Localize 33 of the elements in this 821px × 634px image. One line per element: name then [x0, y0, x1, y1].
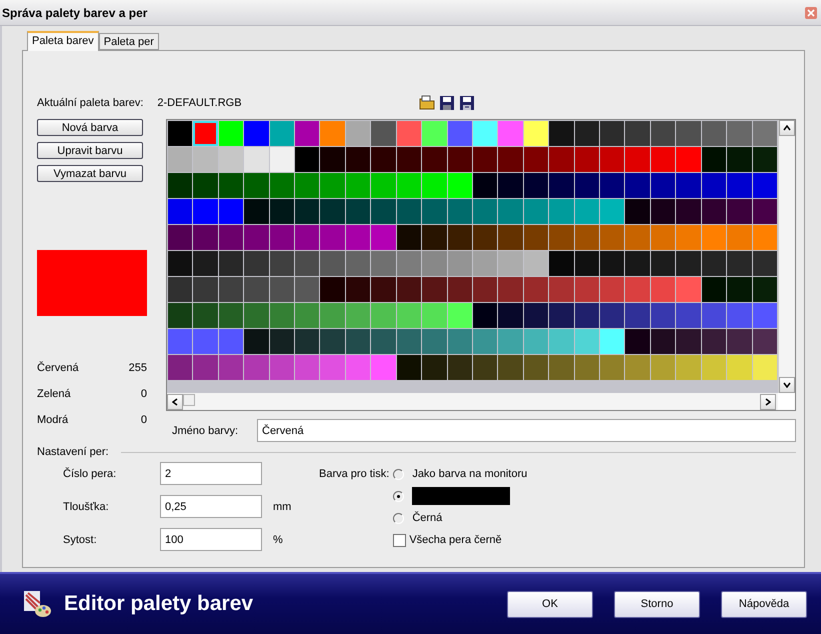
window-title: Správa palety barev a per: [2, 6, 148, 20]
palette-label: Aktuální paleta barev:: [37, 97, 144, 109]
pen-field-label: Číslo pera:: [63, 468, 118, 480]
pen-field[interactable]: 100: [160, 528, 262, 551]
unit-label: mm: [273, 500, 292, 512]
banner-title: Editor palety barev: [64, 592, 254, 616]
component-label: Zelená: [37, 388, 71, 402]
dialog-button[interactable]: Nápověda: [721, 590, 807, 618]
palette-file-name: 2-DEFAULT.RGB: [157, 97, 243, 109]
section-title: Nastavení per:: [37, 446, 109, 458]
color-button[interactable]: Vymazat barvu: [37, 165, 143, 182]
option-label: Černá: [412, 512, 442, 524]
color-name-label: Jméno barvy:: [172, 424, 240, 436]
tab[interactable]: Paleta barev: [27, 31, 99, 51]
tab[interactable]: Paleta per: [98, 33, 159, 50]
color-name-field[interactable]: Červená: [257, 419, 796, 442]
option-label: Jako barva na monitoru: [412, 468, 528, 480]
component-value: 0: [140, 414, 147, 428]
component-label: Červená: [37, 362, 79, 376]
pen-field[interactable]: 2: [160, 462, 262, 485]
print-color-label: Barva pro tisk:: [319, 467, 390, 482]
checkbox-label: Všecha pera černě: [409, 534, 502, 546]
component-value: 0: [140, 388, 147, 402]
component-value: 255: [128, 362, 147, 376]
pen-field-label: Sytost:: [63, 534, 98, 546]
color-button[interactable]: Nová barva: [37, 119, 143, 136]
pen-field-label: Tloušťka:: [63, 500, 110, 512]
color-button[interactable]: Upravit barvu: [37, 142, 143, 159]
component-label: Modrá: [37, 414, 68, 428]
dialog-button[interactable]: Storno: [614, 590, 700, 618]
dialog-button[interactable]: OK: [507, 590, 593, 618]
unit-label: %: [273, 534, 284, 546]
pen-field[interactable]: 0,25: [160, 495, 262, 518]
